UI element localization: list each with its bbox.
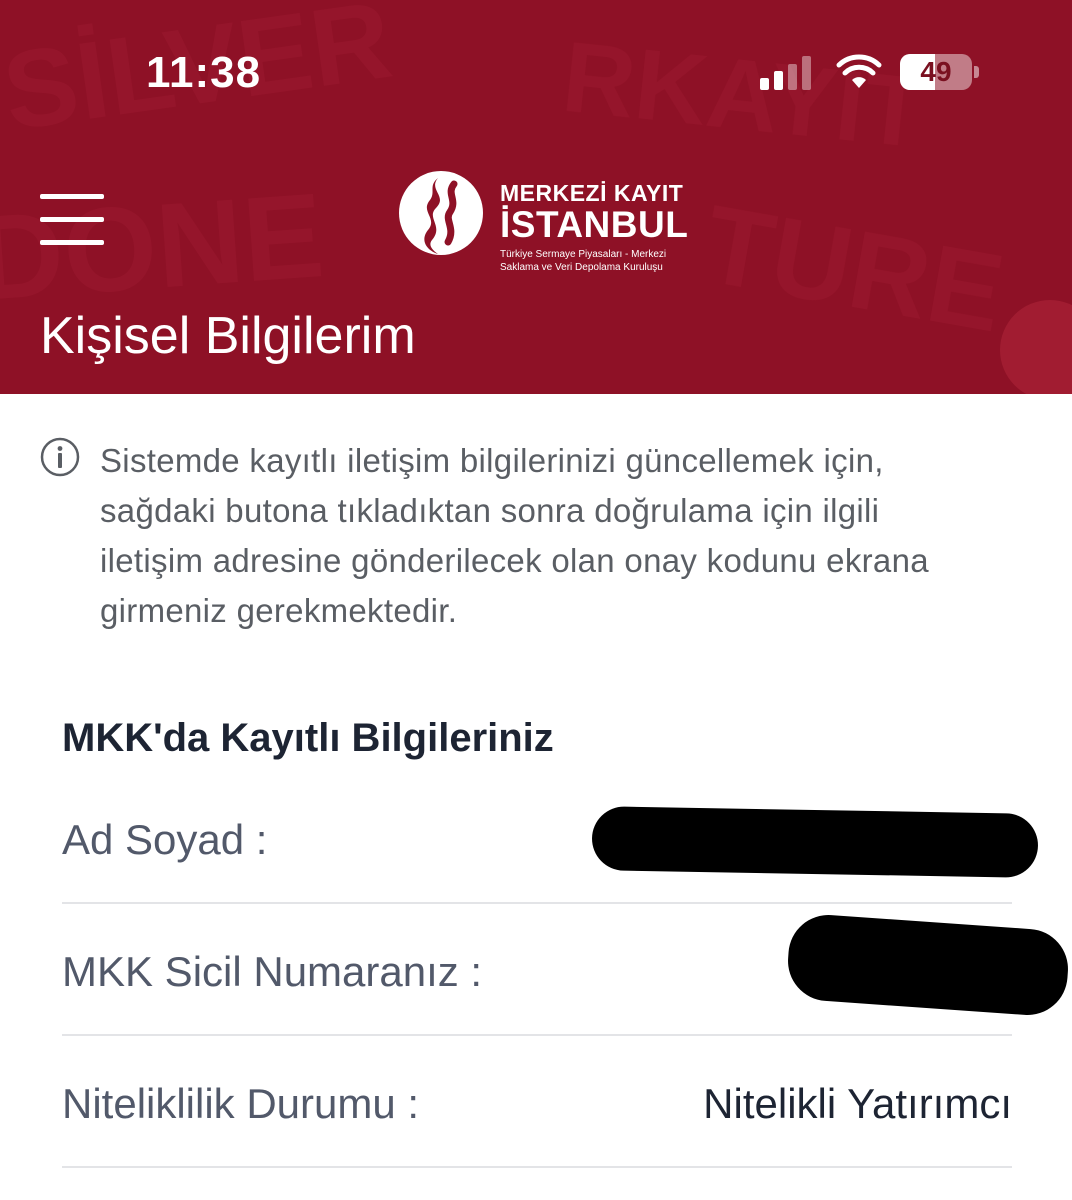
info-line: sağdaki butona tıkladıktan sonra doğrula… — [100, 492, 880, 529]
row-value: Nitelikli Yatırımcı — [703, 1080, 1012, 1127]
info-line: girmeniz gerekmektedir. — [100, 592, 458, 629]
redaction-mark — [591, 806, 1039, 878]
row-label: Niteliklilik Durumu : — [62, 1080, 420, 1127]
brand-line-1: MERKEZİ KAYIT — [500, 180, 684, 206]
info-line: Sistemde kayıtlı iletişim bilgilerinizi … — [100, 442, 884, 479]
wifi-icon — [836, 54, 882, 88]
battery-icon: 49 — [900, 54, 980, 90]
app-header: SİLVER RKAYIT DONE TURE 11:38 49 MERKEZİ… — [0, 0, 1072, 394]
page-title: Kişisel Bilgilerim — [40, 307, 416, 365]
info-line: iletişim adresine gönderilecek olan onay… — [100, 542, 929, 579]
status-time: 11:38 — [146, 48, 262, 97]
battery-level: 49 — [920, 56, 952, 87]
brand-logo-text: MERKEZİ KAYIT İSTANBUL Türkiye Sermaye P… — [500, 180, 700, 274]
hamburger-menu-icon[interactable] — [40, 194, 104, 248]
brand-line-2: İSTANBUL — [500, 204, 689, 245]
info-row-registry-number: MKK Sicil Numaranız : — [62, 904, 1071, 1036]
mkk-logo-icon — [399, 171, 483, 255]
row-label: MKK Sicil Numaranız : — [62, 948, 483, 995]
info-message: Sistemde kayıtlı iletişim bilgilerinizi … — [100, 436, 1040, 636]
info-row-name: Ad Soyad : — [62, 772, 1039, 904]
svg-text:TURE: TURE — [696, 183, 1012, 356]
brand-subtitle-1: Türkiye Sermaye Piyasaları - Merkezi — [500, 249, 667, 260]
cellular-signal-icon — [760, 56, 811, 90]
brand-subtitle-2: Saklama ve Veri Depolama Kuruluşu — [500, 262, 663, 273]
row-label: Ad Soyad : — [62, 816, 268, 863]
section-title: MKK'da Kayıtlı Bilgileriniz — [62, 716, 554, 760]
svg-text:RKAYIT: RKAYIT — [558, 20, 931, 169]
redaction-mark — [785, 912, 1071, 1018]
info-row-qualification-status: Niteliklilik Durumu : Nitelikli Yatırımc… — [62, 1036, 1012, 1168]
info-circle-icon — [40, 437, 80, 477]
